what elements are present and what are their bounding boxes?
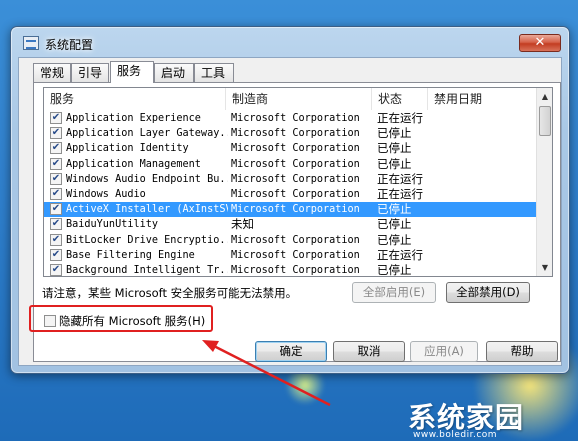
service-name: Application Identity	[66, 143, 189, 155]
service-name: BitLocker Drive Encryptio...	[66, 234, 228, 246]
close-button[interactable]: ✕	[519, 34, 561, 52]
table-row[interactable]: ✔ Base Filtering Engine Microsoft Corpor…	[44, 248, 538, 263]
column-header-status[interactable]: 状态	[372, 88, 428, 110]
tab-tools[interactable]: 工具	[194, 63, 234, 82]
service-status: 已停止	[377, 232, 412, 247]
service-checkbox[interactable]: ✔	[50, 203, 62, 216]
service-checkbox[interactable]: ✔	[50, 233, 62, 246]
list-header: 服务 制造商 状态 禁用日期	[44, 88, 538, 110]
service-maker: Microsoft Corporation	[231, 188, 360, 200]
service-status: 已停止	[377, 262, 412, 277]
service-status: 正在运行	[377, 171, 423, 186]
service-name: Application Experience	[66, 113, 201, 124]
service-maker: Microsoft Corporation	[231, 128, 360, 140]
vertical-scrollbar[interactable]: ▲ ▼	[536, 88, 552, 276]
tab-services[interactable]: 服务	[110, 61, 154, 83]
service-status: 已停止	[377, 202, 412, 217]
service-status: 正在运行	[377, 186, 423, 201]
table-row[interactable]: ✔ Windows Audio Endpoint Bu... Microsoft…	[44, 172, 538, 187]
service-name: BaiduYunUtility	[66, 219, 159, 231]
apply-button[interactable]: 应用(A)	[410, 341, 478, 362]
service-checkbox[interactable]: ✔	[50, 112, 62, 124]
tab-boot[interactable]: 引导	[71, 63, 109, 82]
column-header-disable-date[interactable]: 禁用日期	[428, 88, 538, 110]
disable-all-button[interactable]: 全部禁用(D)	[446, 282, 530, 303]
service-checkbox[interactable]: ✔	[50, 172, 62, 185]
service-checkbox[interactable]: ✔	[50, 142, 62, 155]
service-maker: Microsoft Corporation	[231, 249, 360, 261]
scroll-down-arrow-icon[interactable]: ▼	[538, 260, 552, 275]
service-checkbox[interactable]: ✔	[50, 127, 62, 140]
help-button[interactable]: 帮助	[486, 341, 558, 362]
service-maker: Microsoft Corporation	[231, 143, 360, 155]
service-name: Windows Audio	[66, 188, 146, 200]
watermark-url: www.boledir.com	[413, 430, 498, 440]
service-name: Base Filtering Engine	[66, 249, 195, 261]
scroll-up-arrow-icon[interactable]: ▲	[538, 89, 552, 104]
column-header-maker[interactable]: 制造商	[226, 88, 372, 110]
service-rows: ✔ Application Experience Microsoft Corpo…	[44, 111, 538, 277]
table-row[interactable]: ✔ Windows Audio Microsoft Corporation 正在…	[44, 187, 538, 202]
service-name: Background Intelligent Tr...	[66, 264, 228, 276]
tab-startup[interactable]: 启动	[154, 63, 194, 82]
table-row[interactable]: ✔ Background Intelligent Tr... Microsoft…	[44, 262, 538, 277]
service-status: 已停止	[377, 217, 412, 232]
service-name: Application Layer Gateway...	[66, 128, 228, 140]
service-status: 正在运行	[377, 111, 423, 125]
service-maker: Microsoft Corporation	[231, 113, 360, 124]
enable-all-button[interactable]: 全部启用(E)	[352, 282, 436, 303]
table-row[interactable]: ✔ BitLocker Drive Encryptio... Microsoft…	[44, 233, 538, 248]
service-maker: Microsoft Corporation	[231, 204, 360, 216]
service-status: 正在运行	[377, 247, 423, 262]
service-name: Application Management	[66, 158, 201, 170]
service-maker: Microsoft Corporation	[231, 234, 360, 246]
table-row[interactable]: ✔ Application Layer Gateway... Microsoft…	[44, 126, 538, 141]
service-status: 已停止	[377, 141, 412, 156]
service-checkbox[interactable]: ✔	[50, 263, 62, 276]
service-name: ActiveX Installer (AxInstSV)	[66, 204, 228, 216]
service-checkbox[interactable]: ✔	[50, 218, 62, 231]
service-checkbox[interactable]: ✔	[50, 157, 62, 170]
column-header-service[interactable]: 服务	[44, 88, 226, 110]
tab-general[interactable]: 常规	[33, 63, 71, 82]
service-maker: Microsoft Corporation	[231, 158, 360, 170]
table-row[interactable]: ✔ Application Identity Microsoft Corpora…	[44, 141, 538, 156]
msconfig-icon	[23, 36, 39, 50]
cancel-button[interactable]: 取消	[333, 341, 405, 362]
annotation-highlight-box	[29, 305, 213, 332]
service-maker: Microsoft Corporation	[231, 173, 360, 185]
service-maker: Microsoft Corporation	[231, 264, 360, 276]
service-checkbox[interactable]: ✔	[50, 248, 62, 261]
ok-button[interactable]: 确定	[255, 341, 327, 362]
table-row[interactable]: ✔ BaiduYunUtility 未知 已停止	[44, 217, 538, 232]
service-maker: 未知	[231, 217, 254, 232]
services-list[interactable]: 服务 制造商 状态 禁用日期 ✔ Application Experience …	[43, 87, 553, 277]
service-checkbox[interactable]: ✔	[50, 187, 62, 200]
table-row[interactable]: ✔ Application Experience Microsoft Corpo…	[44, 111, 538, 126]
table-row[interactable]: ✔ Application Management Microsoft Corpo…	[44, 157, 538, 172]
scroll-thumb[interactable]	[539, 106, 551, 136]
security-notice: 请注意，某些 Microsoft 安全服务可能无法禁用。	[42, 286, 298, 300]
window-title: 系统配置	[45, 38, 94, 52]
table-row-selected[interactable]: ✔ ActiveX Installer (AxInstSV) Microsoft…	[44, 202, 538, 218]
service-status: 已停止	[377, 126, 412, 141]
service-name: Windows Audio Endpoint Bu...	[66, 173, 228, 185]
service-status: 已停止	[377, 156, 412, 171]
title-bar[interactable]: 系统配置 ✕	[11, 27, 569, 57]
